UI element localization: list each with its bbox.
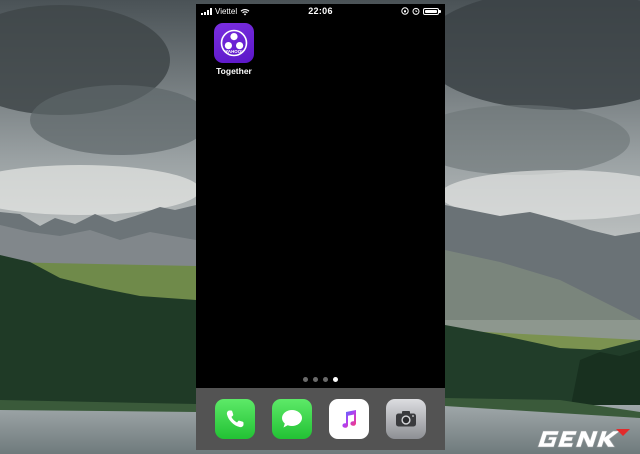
page-dot-3[interactable] bbox=[323, 377, 328, 382]
page-dot-1[interactable] bbox=[303, 377, 308, 382]
dock-camera-app[interactable] bbox=[386, 399, 427, 439]
page-dot-2[interactable] bbox=[313, 377, 318, 382]
page-indicator[interactable] bbox=[196, 377, 445, 382]
yahoo-text: YAHOO! bbox=[225, 49, 243, 54]
dock-phone-app[interactable] bbox=[214, 399, 255, 439]
battery-icon bbox=[423, 7, 441, 15]
status-right bbox=[401, 7, 441, 15]
dock-messages-app[interactable] bbox=[271, 399, 312, 439]
alarm-icon bbox=[412, 7, 420, 15]
app-together[interactable]: YAHOO! Together bbox=[209, 23, 259, 76]
dock bbox=[196, 388, 445, 450]
genk-watermark bbox=[530, 428, 634, 450]
genk-logo bbox=[537, 429, 630, 448]
messages-icon bbox=[281, 410, 302, 428]
camera-icon bbox=[396, 411, 417, 427]
status-bar: Viettel 22:06 bbox=[196, 4, 445, 20]
phone-home-screen: Viettel 22:06 YAHOO! Together bbox=[196, 4, 445, 450]
dock-music-app[interactable] bbox=[329, 399, 370, 439]
app-label-together: Together bbox=[216, 66, 252, 76]
yahoo-together-icon[interactable]: YAHOO! bbox=[214, 23, 254, 63]
phone-icon bbox=[226, 410, 244, 428]
music-icon bbox=[342, 410, 357, 428]
orientation-lock-icon bbox=[401, 7, 409, 15]
yahoo-together-logo: YAHOO! bbox=[220, 29, 248, 57]
page-dot-4[interactable] bbox=[333, 377, 338, 382]
